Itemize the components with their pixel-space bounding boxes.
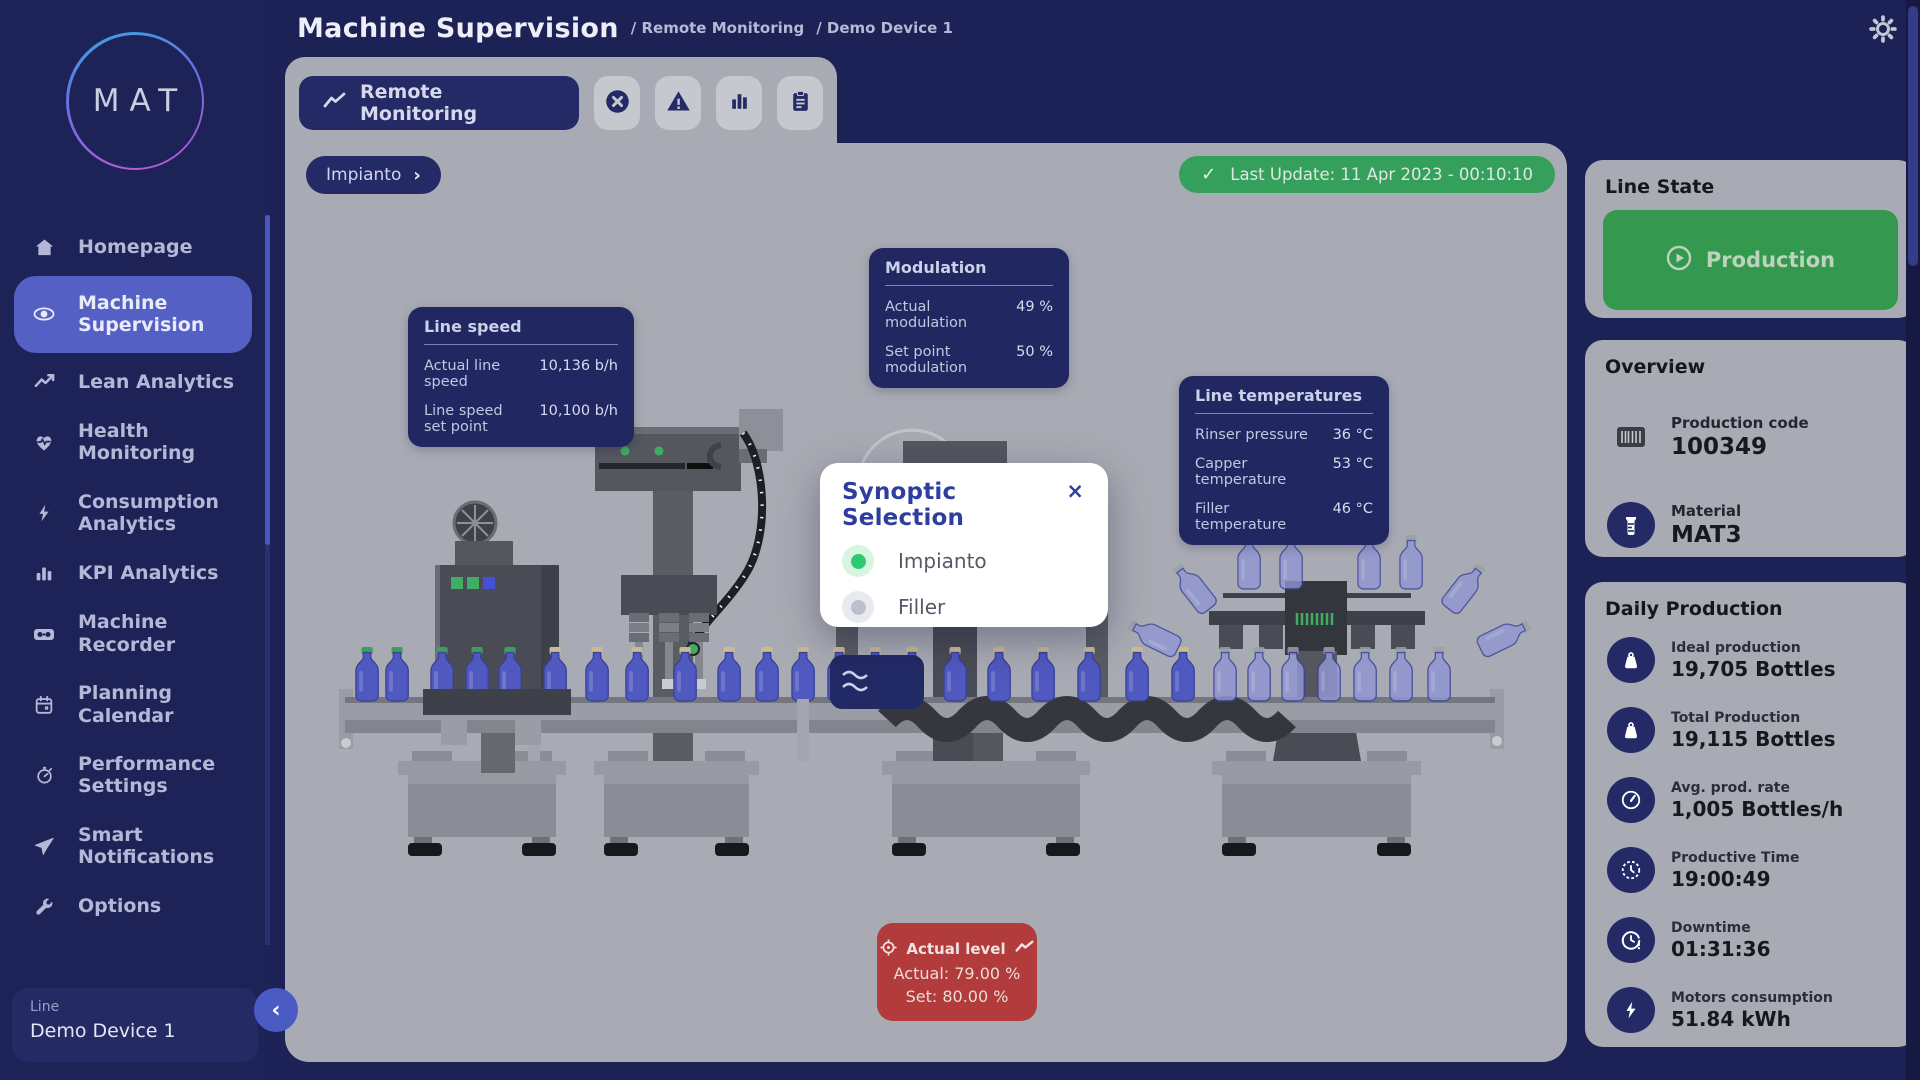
weight-icon xyxy=(1607,707,1655,753)
production-code-row: Production code 100349 xyxy=(1607,414,1916,460)
cancel-tab-button[interactable] xyxy=(594,76,640,130)
calendar-icon xyxy=(32,693,56,717)
sidebar-item-performance-settings[interactable]: Performance Settings xyxy=(0,740,270,811)
report-tab-button[interactable] xyxy=(777,76,823,130)
target-icon xyxy=(880,939,897,960)
modulation-panel: Modulation Actual modulation49 % Set poi… xyxy=(869,248,1069,388)
line-speed-panel: Line speed Actual line speed10,136 b/h L… xyxy=(408,307,634,447)
line-value: Demo Device 1 xyxy=(30,1020,240,1042)
weight-icon xyxy=(1607,637,1655,683)
send-icon xyxy=(32,834,56,858)
sidebar-item-machine-supervision[interactable]: Machine Supervision xyxy=(14,276,252,353)
production-state-indicator: Production xyxy=(1603,210,1898,310)
line-selector[interactable]: Line Demo Device 1 xyxy=(12,988,258,1062)
avg-prod-rate-row: Avg. prod. rate 1,005 Bottles/h xyxy=(1607,776,1916,824)
sidebar-item-health-monitoring[interactable]: Health Monitoring xyxy=(0,407,270,478)
gauge-icon xyxy=(1607,777,1655,823)
material-row: Material MAT3 xyxy=(1607,502,1916,548)
heart-pulse-icon xyxy=(32,430,56,454)
sidebar-item-options[interactable]: Options xyxy=(0,882,270,932)
eye-icon xyxy=(32,302,56,326)
energy-icon xyxy=(1607,987,1655,1033)
page-header: Machine Supervision / Remote Monitoring … xyxy=(270,0,1920,56)
check-icon: ✓ xyxy=(1201,164,1216,185)
sidebar-item-machine-recorder[interactable]: Machine Recorder xyxy=(0,598,270,669)
productive-time-row: Productive Time 19:00:49 xyxy=(1607,846,1916,894)
chart-icon xyxy=(727,89,752,118)
sidebar-nav: Homepage Machine Supervision Lean Analyt… xyxy=(0,222,270,932)
toolbar: Remote Monitoring xyxy=(285,57,837,149)
play-circle-icon xyxy=(1666,245,1692,275)
actual-level-value: Actual: 79.00 % xyxy=(894,964,1021,983)
close-icon[interactable]: × xyxy=(1064,479,1086,504)
radio-unselected-icon[interactable] xyxy=(842,591,874,623)
sidebar-item-kpi-analytics[interactable]: KPI Analytics xyxy=(0,548,270,598)
line-label: Line xyxy=(30,999,240,1015)
clock-icon xyxy=(1607,847,1655,893)
cancel-icon xyxy=(604,88,631,119)
chart-tab-button[interactable] xyxy=(716,76,762,130)
sidebar-item-homepage[interactable]: Homepage xyxy=(0,222,270,272)
stopwatch-icon xyxy=(32,763,56,787)
machine-supervision-app: MAT Homepage Machine Supervision Lean An… xyxy=(0,0,1920,1080)
sidebar-item-consumption-analytics[interactable]: Consumption Analytics xyxy=(0,478,270,549)
sidebar-item-planning-calendar[interactable]: Planning Calendar xyxy=(0,669,270,740)
radio-option-filler[interactable]: Filler xyxy=(842,591,1086,623)
synoptic-selection-modal: Synoptic Selection × Impianto Filler xyxy=(820,463,1108,627)
home-icon xyxy=(32,235,56,259)
overview-card: Overview Production code 100349 Material… xyxy=(1585,340,1916,557)
production-code-value: 100349 xyxy=(1671,434,1809,460)
warning-icon xyxy=(665,88,692,119)
trend-icon xyxy=(32,370,56,394)
sidebar-collapse-button[interactable]: ‹ xyxy=(254,988,298,1032)
downtime-row: Downtime 01:31:36 xyxy=(1607,916,1916,964)
total-production-row: Total Production 19,115 Bottles xyxy=(1607,706,1916,754)
remote-monitoring-tab[interactable]: Remote Monitoring xyxy=(299,76,579,130)
settings-gear-icon[interactable] xyxy=(1868,14,1898,44)
recorder-icon xyxy=(32,622,56,646)
radio-option-impianto[interactable]: Impianto xyxy=(842,545,1086,577)
alarms-tab-button[interactable] xyxy=(655,76,701,130)
chevron-right-icon: › xyxy=(413,165,420,186)
page-title: Machine Supervision xyxy=(297,13,619,44)
barcode-icon xyxy=(1607,424,1655,450)
material-value: MAT3 xyxy=(1671,522,1742,548)
report-icon xyxy=(788,89,813,118)
wrench-icon xyxy=(32,895,56,919)
breadcrumb-demo-device[interactable]: / Demo Device 1 xyxy=(816,19,953,37)
line-temperatures-panel: Line temperatures Rinser pressure36 °C C… xyxy=(1179,376,1389,545)
synoptic-card: Impianto › ✓ Last Update: 11 Apr 2023 - … xyxy=(285,143,1567,1062)
sidebar-scrollbar-thumb[interactable] xyxy=(265,215,270,545)
trend-icon xyxy=(323,91,347,116)
chevron-left-icon: ‹ xyxy=(271,998,280,1023)
mat-logo: MAT xyxy=(66,32,204,170)
ideal-production-row: Ideal production 19,705 Bottles xyxy=(1607,636,1916,684)
actual-level-badge[interactable]: Actual level Actual: 79.00 % Set: 80.00 … xyxy=(877,923,1037,1021)
material-icon xyxy=(1607,502,1655,548)
radio-selected-icon[interactable] xyxy=(842,545,874,577)
last-update-text: Last Update: 11 Apr 2023 - 00:10:10 xyxy=(1230,165,1533,184)
page-scrollbar-track[interactable] xyxy=(1906,0,1920,1080)
modal-title: Synoptic Selection xyxy=(842,479,1064,531)
page-scrollbar-thumb[interactable] xyxy=(1908,6,1918,266)
motors-consumption-row: Motors consumption 51.84 kWh xyxy=(1607,986,1916,1034)
sidebar-item-lean-analytics[interactable]: Lean Analytics xyxy=(0,357,270,407)
line-state-card: Line State Production xyxy=(1585,160,1916,318)
set-level-value: Set: 80.00 % xyxy=(906,987,1009,1006)
trend-icon xyxy=(1015,940,1034,958)
last-update-badge: ✓ Last Update: 11 Apr 2023 - 00:10:10 xyxy=(1179,156,1555,193)
clock-alert-icon xyxy=(1607,917,1655,963)
bolt-icon xyxy=(32,501,56,525)
sidebar: MAT Homepage Machine Supervision Lean An… xyxy=(0,0,270,1080)
plant-selector-button[interactable]: Impianto › xyxy=(306,156,441,194)
line-state-value: Production xyxy=(1706,248,1835,272)
daily-production-card: Daily Production Ideal production 19,705… xyxy=(1585,582,1916,1047)
breadcrumb-remote-monitoring[interactable]: / Remote Monitoring xyxy=(631,19,804,37)
sidebar-item-smart-notifications[interactable]: Smart Notifications xyxy=(0,811,270,882)
bar-chart-icon xyxy=(32,561,56,585)
